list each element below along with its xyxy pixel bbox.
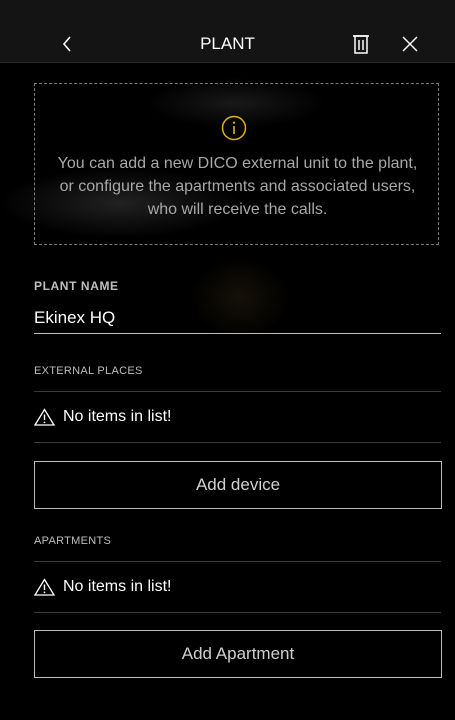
divider bbox=[34, 391, 441, 392]
warning-icon bbox=[34, 408, 55, 426]
add-apartment-button[interactable]: Add Apartment bbox=[34, 630, 442, 678]
external-places-empty-row: No items in list! bbox=[34, 405, 441, 429]
plant-content: You can add a new DICO external unit to … bbox=[0, 63, 455, 720]
info-text: You can add a new DICO external unit to … bbox=[57, 155, 418, 218]
plant-name-label: PLANT NAME bbox=[34, 279, 119, 293]
app-header: PLANT bbox=[0, 0, 455, 63]
plant-name-input[interactable] bbox=[34, 303, 441, 334]
divider bbox=[34, 561, 441, 562]
external-places-empty-text: No items in list! bbox=[63, 408, 172, 425]
close-button[interactable] bbox=[395, 29, 425, 59]
apartments-empty-text: No items in list! bbox=[63, 578, 172, 595]
divider bbox=[34, 442, 441, 443]
delete-button[interactable] bbox=[346, 29, 376, 59]
trash-icon bbox=[353, 35, 369, 54]
add-device-button[interactable]: Add device bbox=[34, 461, 442, 509]
apartments-label: APARTMENTS bbox=[34, 535, 112, 547]
close-icon bbox=[402, 36, 418, 52]
divider bbox=[34, 612, 441, 613]
warning-icon bbox=[34, 578, 55, 596]
page-title: PLANT bbox=[200, 34, 255, 53]
info-icon bbox=[221, 115, 247, 141]
apartments-empty-row: No items in list! bbox=[34, 575, 441, 599]
external-places-label: EXTERNAL PLACES bbox=[34, 365, 143, 377]
